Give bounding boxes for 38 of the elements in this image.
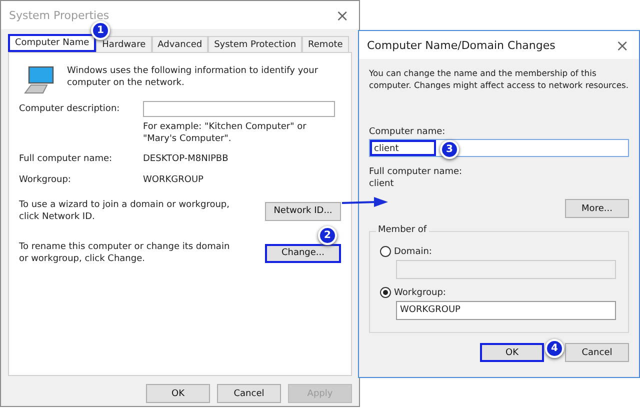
computer-name-value: DESKTOP-M8NIPBB: [143, 153, 230, 166]
arrow: [342, 197, 388, 207]
dialog-button[interactable]: OK: [480, 343, 544, 362]
instruction-text: To rename this computer or change its domain or workgroup, click Change.: [19, 241, 231, 265]
field-label: Computer name:: [369, 127, 446, 137]
window-title: System Properties: [9, 8, 110, 22]
radio-label: Workgroup:: [394, 288, 446, 298]
computer-name-value: client: [369, 178, 395, 191]
close-button[interactable]: ×: [612, 36, 633, 54]
field-label: Workgroup:: [19, 175, 72, 185]
dialog-button[interactable]: Cancel: [565, 343, 629, 362]
group-title: Member of: [376, 225, 429, 235]
instruction-text: To use a wizard to join a domain or workgroup, click Network ID.: [19, 199, 230, 223]
radio-button[interactable]: [380, 287, 391, 298]
field-label: Computer description:: [19, 104, 121, 114]
tab[interactable]: Remote: [302, 36, 349, 52]
input-field[interactable]: WORKGROUP: [396, 301, 616, 320]
field-label: Full computer name:: [369, 167, 464, 177]
radio-label: Domain:: [394, 246, 432, 256]
description-field[interactable]: [143, 101, 335, 117]
close-button[interactable]: ×: [332, 6, 353, 24]
example-text: For example: "Kitchen Computer" or "Mary's Computer".: [143, 121, 308, 145]
more-button[interactable]: More...: [565, 199, 629, 218]
intro-text: Windows uses the following information to identify your computer on the network.: [67, 65, 320, 89]
tab[interactable]: Advanced: [152, 36, 208, 52]
dialog-button[interactable]: OK: [146, 384, 210, 403]
field-label: Full computer name:: [19, 154, 114, 164]
network-id-button[interactable]: Network ID...: [265, 202, 341, 220]
intro-text: You can change the name and the membership of this computer. Changes might affect access to network resources.: [369, 67, 629, 91]
tab[interactable]: Hardware: [96, 36, 152, 52]
change-button[interactable]: Change...: [265, 244, 341, 262]
tab[interactable]: System Protection: [208, 36, 302, 52]
radio-button[interactable]: [380, 246, 391, 257]
dialog-button[interactable]: Cancel: [217, 384, 281, 403]
tab[interactable]: Computer Name: [8, 34, 96, 52]
workgroup-value: WORKGROUP: [143, 174, 204, 187]
input-field[interactable]: [396, 260, 616, 279]
window-title: Computer Name/Domain Changes: [367, 38, 556, 52]
